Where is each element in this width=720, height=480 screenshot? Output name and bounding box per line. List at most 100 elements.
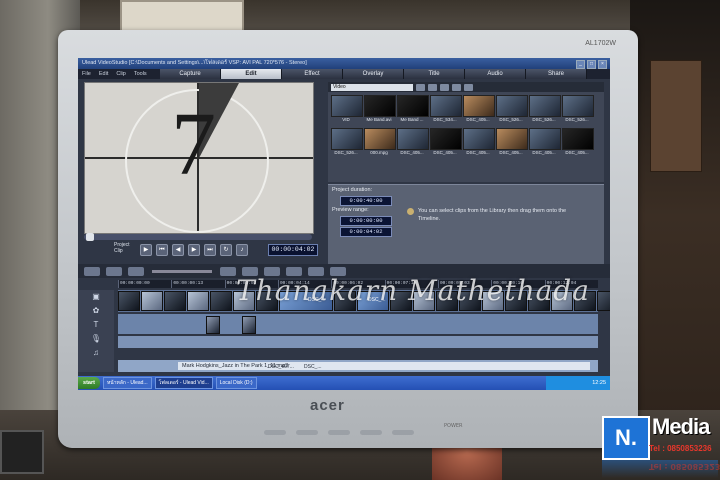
taskbar-item[interactable]: โฟลเดอร์ - Ulead Vid...	[154, 377, 213, 389]
video-clip[interactable]	[597, 291, 610, 311]
menu-edit[interactable]: Edit	[95, 71, 112, 77]
library-item[interactable]: DSC_526...	[496, 95, 528, 125]
library-header: Video	[328, 82, 604, 92]
preview-start-field[interactable]: 0:00:00:00	[340, 216, 392, 226]
ruler-tick: 00:00:00:13	[171, 280, 224, 288]
options-icon[interactable]	[464, 83, 473, 91]
scrubber-thumb[interactable]	[86, 233, 94, 241]
library-item[interactable]: DSC_526...	[562, 95, 594, 125]
next-icon[interactable]: ▶	[188, 244, 200, 256]
zoom-slider[interactable]	[152, 269, 212, 273]
video-clip[interactable]	[164, 291, 186, 311]
music-track-icon[interactable]: ♫	[78, 346, 114, 360]
library-item-label: Me Band.avi	[366, 117, 392, 122]
logo-mark: N.	[602, 416, 650, 460]
start-button[interactable]: start	[78, 377, 100, 389]
monitor-button-4[interactable]	[360, 430, 382, 435]
video-clip[interactable]	[141, 291, 163, 311]
library-thumb	[529, 128, 561, 150]
end-icon[interactable]: ⏭	[204, 244, 216, 256]
view-icon[interactable]	[452, 83, 461, 91]
project-duration-field[interactable]: 0:00:40:00	[340, 196, 392, 206]
library-item-label: DSC_526...	[532, 117, 556, 122]
folder-icon[interactable]	[416, 83, 425, 91]
library-thumb	[364, 128, 396, 150]
ruler-tick: 00:00:00:00	[118, 280, 171, 288]
library-item-label: DSC_526...	[334, 150, 358, 155]
tab-audio[interactable]: Audio	[465, 69, 526, 79]
menu-clip[interactable]: Clip	[112, 71, 129, 77]
library-item[interactable]: DSC_405...	[397, 128, 429, 158]
library-item[interactable]: DSC_405...	[529, 128, 561, 158]
library-item[interactable]: Me Band.avi	[364, 95, 396, 125]
tab-edit[interactable]: Edit	[221, 69, 282, 79]
hint-icon	[407, 208, 414, 215]
library-item[interactable]: Me Band ...	[397, 95, 429, 125]
library-item[interactable]: VID	[331, 95, 363, 125]
mode-clip[interactable]: Clip	[114, 248, 130, 254]
monitor-button-3[interactable]	[328, 430, 350, 435]
menu-tools[interactable]: Tools	[130, 71, 151, 77]
preview-end-field[interactable]: 0:00:04:02	[340, 227, 392, 237]
library-item[interactable]: DSC_405...	[430, 128, 462, 158]
library-item[interactable]: 000.mpg	[364, 128, 396, 158]
home-icon[interactable]: ⏮	[156, 244, 168, 256]
overlay-track-icon[interactable]: ✿	[78, 304, 114, 318]
library-item[interactable]: DSC_526...	[331, 128, 363, 158]
monitor-button-5[interactable]	[392, 430, 414, 435]
repeat-icon[interactable]: ↻	[220, 244, 232, 256]
project-duration-label: Project duration:	[332, 187, 373, 193]
timeline-view-icon[interactable]	[106, 266, 122, 276]
library-item[interactable]: DSC_405...	[562, 128, 594, 158]
library-item[interactable]: DSC_526...	[529, 95, 561, 125]
library-item[interactable]: DSC_405...	[496, 128, 528, 158]
library-item[interactable]: DSC_405...	[463, 128, 495, 158]
previous-icon[interactable]: ◀	[172, 244, 184, 256]
library-item-label: DSC_405...	[400, 150, 424, 155]
minimize-icon[interactable]: _	[576, 60, 585, 69]
title-bar: Ulead VideoStudio [C:\Documents and Sett…	[78, 58, 610, 69]
library-item[interactable]: DSC_534...	[430, 95, 462, 125]
timecode-display[interactable]: 00:00:04:02	[268, 244, 318, 256]
overlay-track[interactable]	[118, 314, 598, 334]
import-icon[interactable]	[428, 83, 437, 91]
library-thumb	[562, 128, 594, 150]
storyboard-view-icon[interactable]	[84, 266, 100, 276]
preview-scrubber[interactable]	[84, 233, 312, 241]
library-category-select[interactable]: Video	[331, 83, 413, 91]
menu-file[interactable]: File	[78, 71, 95, 77]
tab-share[interactable]: Share	[526, 69, 587, 79]
monitor-button-2[interactable]	[296, 430, 318, 435]
video-track-icon[interactable]: ▣	[78, 290, 114, 304]
library-item[interactable]: DSC_405...	[463, 95, 495, 125]
sort-icon[interactable]	[440, 83, 449, 91]
overlay-clip[interactable]	[206, 316, 220, 334]
overlay-clip[interactable]	[242, 316, 256, 334]
tab-overlay[interactable]: Overlay	[343, 69, 404, 79]
volume-icon[interactable]: ♪	[236, 244, 248, 256]
monitor-button-1[interactable]	[264, 430, 286, 435]
video-clip[interactable]	[118, 291, 140, 311]
video-clip[interactable]	[187, 291, 209, 311]
title-track[interactable]	[118, 336, 598, 348]
tab-effect[interactable]: Effect	[282, 69, 343, 79]
tab-capture[interactable]: Capture	[160, 69, 221, 79]
maximize-icon[interactable]: □	[587, 60, 596, 69]
tab-title[interactable]: Title	[404, 69, 465, 79]
taskbar-item[interactable]: หน้าหลัก - Ulead...	[103, 377, 152, 389]
mode-labels: Project Clip	[114, 242, 130, 254]
brand-logo: acer	[310, 397, 345, 414]
title-track-icon[interactable]: T	[78, 318, 114, 332]
close-icon[interactable]: ×	[598, 60, 607, 69]
library-thumb	[331, 95, 363, 117]
taskbar-item[interactable]: Local Disk (D:)	[215, 377, 257, 389]
voice-track[interactable]: DSC_407... DSC_...	[118, 362, 598, 372]
play-icon[interactable]: ▶	[140, 244, 152, 256]
fit-project-icon[interactable]	[220, 266, 236, 276]
audio-view-icon[interactable]	[128, 266, 144, 276]
media-logo: N. Media Tel : 0850853236 Tel : 08508532…	[602, 414, 720, 480]
monitor-buttons	[264, 430, 414, 438]
voice-track-icon[interactable]: 🎙	[78, 332, 114, 346]
video-clip[interactable]	[210, 291, 232, 311]
preview-window: 7	[84, 82, 314, 234]
